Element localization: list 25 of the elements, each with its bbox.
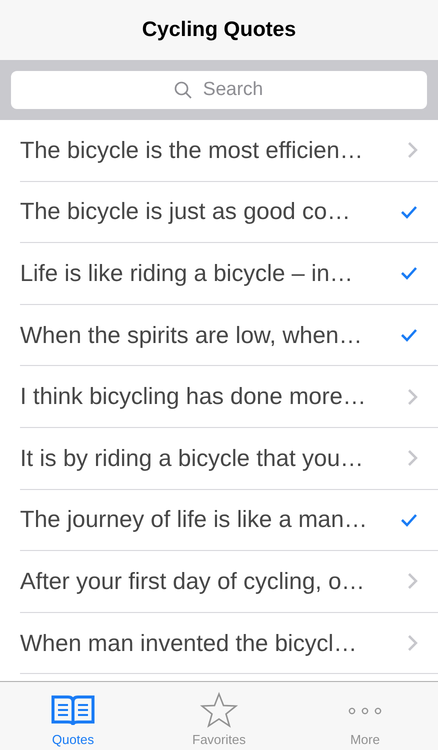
quote-row[interactable]: Life is like riding a bicycle – in…	[20, 243, 438, 305]
star-icon	[200, 692, 238, 728]
checkmark-icon	[400, 512, 418, 527]
quote-row[interactable]: When man invented the bicycl…	[20, 612, 438, 674]
quote-row[interactable]: The journey of life is like a man…	[20, 490, 438, 552]
quote-row[interactable]: The bicycle is the most efficien…	[20, 120, 438, 182]
quote-row[interactable]: I think bicycling has done more…	[20, 366, 438, 428]
chevron-icon	[407, 449, 418, 468]
quote-row[interactable]: The bicycle is just as good co…	[20, 182, 438, 244]
chevron-icon	[407, 388, 418, 406]
quote-row[interactable]: After your first day of cycling, o…	[20, 551, 438, 613]
checkmark-icon	[400, 204, 418, 219]
more-icon	[347, 706, 383, 716]
book-icon	[50, 694, 96, 728]
chevron-icon	[407, 572, 418, 590]
checkmark-icon	[400, 328, 418, 342]
tab-bar-item[interactable]: Quotes	[0, 682, 146, 750]
search-icon	[174, 81, 192, 99]
checkmark-icon	[400, 266, 418, 280]
search-field[interactable]: Search	[11, 71, 427, 109]
screen-title: Cycling Quotes	[142, 18, 296, 42]
chevron-icon	[407, 634, 418, 652]
quote-row[interactable]: It is by riding a bicycle that you…	[20, 428, 438, 490]
quote-row[interactable]: When the spirits are low, when…	[20, 304, 438, 366]
chevron-icon	[407, 141, 418, 160]
